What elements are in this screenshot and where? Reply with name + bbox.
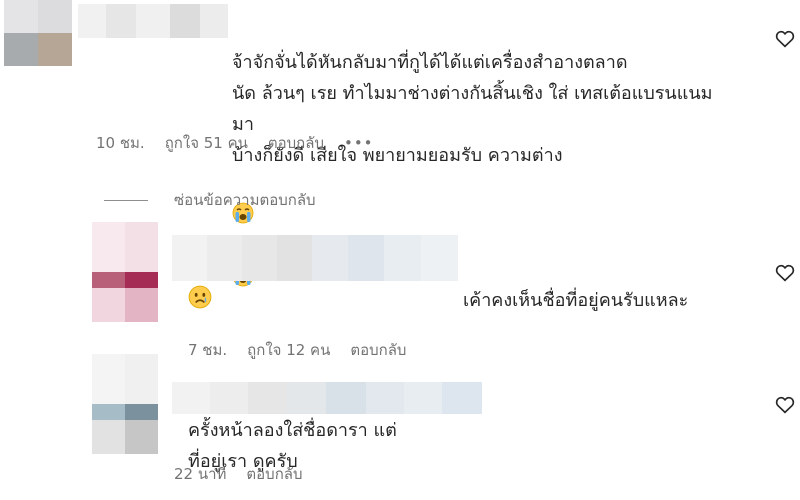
comment-time: 10 ชม. — [96, 134, 145, 152]
hide-replies-button[interactable]: ซ่อนข้อความตอบกลับ — [104, 188, 316, 212]
likes-count[interactable]: ถูกใจ 12 คน — [247, 338, 330, 362]
reply-button[interactable]: ตอบกลับ — [350, 338, 406, 362]
reply-button[interactable]: ตอบกลับ — [268, 131, 324, 155]
username-redacted[interactable] — [78, 4, 228, 38]
avatar[interactable] — [4, 0, 72, 66]
reply-body: เค้าคงเห็นชื่อที่อยู่คนรับแหละ — [463, 290, 689, 311]
divider-line — [104, 199, 148, 201]
reply-text: เค้าคงเห็นชื่อที่อยู่คนรับแหละ — [463, 254, 763, 316]
heart-icon[interactable] — [775, 396, 795, 414]
comment-meta: 10 ชม. ถูกใจ 51 คน ตอบกลับ ••• — [96, 131, 394, 155]
heart-icon[interactable] — [775, 30, 795, 48]
username-redacted[interactable] — [172, 235, 458, 281]
avatar-lower — [92, 420, 158, 454]
sad-face-icon — [188, 285, 212, 313]
reply-time: 22 นาที — [174, 465, 227, 483]
reply-button[interactable]: ตอบกลับ — [246, 462, 302, 486]
reply-time: 7 ชม. — [188, 341, 228, 359]
more-options-icon[interactable]: ••• — [344, 134, 374, 152]
avatar-lower — [92, 288, 158, 322]
heart-icon[interactable] — [775, 264, 795, 282]
reply-meta: 7 ชม. ถูกใจ 12 คน ตอบกลับ — [188, 338, 426, 362]
hide-replies-label[interactable]: ซ่อนข้อความตอบกลับ — [174, 188, 316, 212]
likes-count[interactable]: ถูกใจ 51 คน — [165, 131, 248, 155]
reply-meta: 22 นาที ตอบกลับ — [174, 462, 323, 486]
